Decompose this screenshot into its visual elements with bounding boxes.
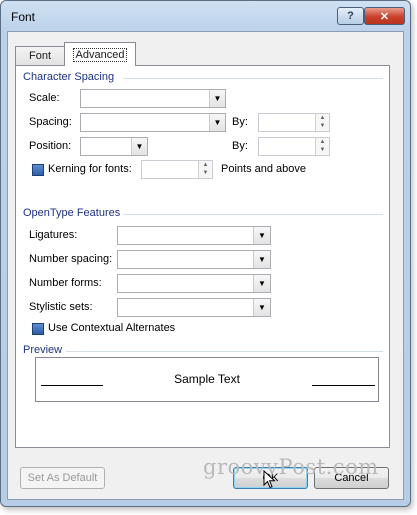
group-divider — [66, 351, 383, 352]
position-by-label: By: — [232, 140, 248, 152]
chevron-down-icon: ▼ — [253, 227, 270, 244]
number-spacing-dropdown[interactable]: ▼ — [117, 250, 271, 269]
mouse-cursor-icon — [263, 470, 276, 489]
spacing-by-spinner[interactable]: ▲ ▼ — [258, 113, 330, 132]
set-as-default-button[interactable]: Set As Default — [20, 467, 105, 489]
scale-label: Scale: — [29, 92, 60, 104]
spacing-by-label: By: — [232, 116, 248, 128]
ligatures-label: Ligatures: — [29, 229, 78, 241]
group-divider — [123, 78, 383, 79]
stylistic-sets-label: Stylistic sets: — [29, 301, 93, 313]
close-button[interactable]: ✕ — [364, 7, 405, 25]
tab-advanced-label: Advanced — [72, 47, 128, 62]
spacing-dropdown[interactable]: ▼ — [80, 113, 226, 132]
number-forms-label: Number forms: — [29, 277, 102, 289]
position-dropdown[interactable]: ▼ — [80, 137, 148, 156]
spin-up-icon[interactable]: ▲ — [316, 114, 329, 122]
spin-up-icon[interactable]: ▲ — [199, 161, 212, 169]
number-forms-dropdown[interactable]: ▼ — [117, 274, 271, 293]
dialog-client-area: Font Advanced Character Spacing Scale: ▼… — [7, 31, 404, 500]
chevron-down-icon: ▼ — [209, 90, 225, 107]
kerning-label: Kerning for fonts: — [48, 163, 132, 175]
ligatures-dropdown[interactable]: ▼ — [117, 226, 271, 245]
spin-down-icon[interactable]: ▼ — [199, 169, 212, 177]
spin-down-icon[interactable]: ▼ — [316, 146, 329, 154]
spinner-buttons[interactable]: ▲ ▼ — [198, 161, 212, 178]
contextual-alternates-label: Use Contextual Alternates — [48, 322, 176, 334]
kerning-checkbox[interactable] — [32, 164, 44, 176]
spinner-buttons[interactable]: ▲ ▼ — [315, 114, 329, 131]
preview-line-right — [312, 385, 375, 386]
tab-font[interactable]: Font — [15, 46, 65, 65]
spin-up-icon[interactable]: ▲ — [316, 138, 329, 146]
chevron-down-icon: ▼ — [209, 114, 225, 131]
position-label: Position: — [29, 140, 72, 152]
points-and-above-label: Points and above — [221, 163, 307, 175]
watermark-text: groovyPost.com — [203, 455, 379, 479]
group-divider — [123, 214, 383, 215]
spacing-label: Spacing: — [29, 116, 72, 128]
title-bar: Font ? ✕ — [1, 1, 410, 31]
contextual-alternates-checkbox[interactable] — [32, 323, 44, 335]
chevron-down-icon: ▼ — [131, 138, 147, 155]
preview-sample-text: Sample Text — [174, 372, 240, 386]
position-by-spinner[interactable]: ▲ ▼ — [258, 137, 330, 156]
tab-advanced[interactable]: Advanced — [64, 42, 136, 66]
chevron-down-icon: ▼ — [253, 299, 270, 316]
chevron-down-icon: ▼ — [253, 251, 270, 268]
spin-down-icon[interactable]: ▼ — [316, 122, 329, 130]
kerning-points-spinner[interactable]: ▲ ▼ — [141, 160, 213, 179]
preview-box: Sample Text — [35, 357, 379, 402]
preview-heading: Preview — [23, 344, 63, 356]
scale-dropdown[interactable]: ▼ — [80, 89, 226, 108]
spinner-buttons[interactable]: ▲ ▼ — [315, 138, 329, 155]
chevron-down-icon: ▼ — [253, 275, 270, 292]
character-spacing-heading: Character Spacing — [23, 71, 115, 83]
help-button[interactable]: ? — [337, 7, 364, 25]
window-title: Font — [11, 10, 36, 24]
number-spacing-label: Number spacing: — [29, 253, 113, 265]
stylistic-sets-dropdown[interactable]: ▼ — [117, 298, 271, 317]
font-dialog-window: Font ? ✕ Font Advanced Character Spacing… — [0, 0, 411, 507]
opentype-features-heading: OpenType Features — [23, 207, 121, 219]
